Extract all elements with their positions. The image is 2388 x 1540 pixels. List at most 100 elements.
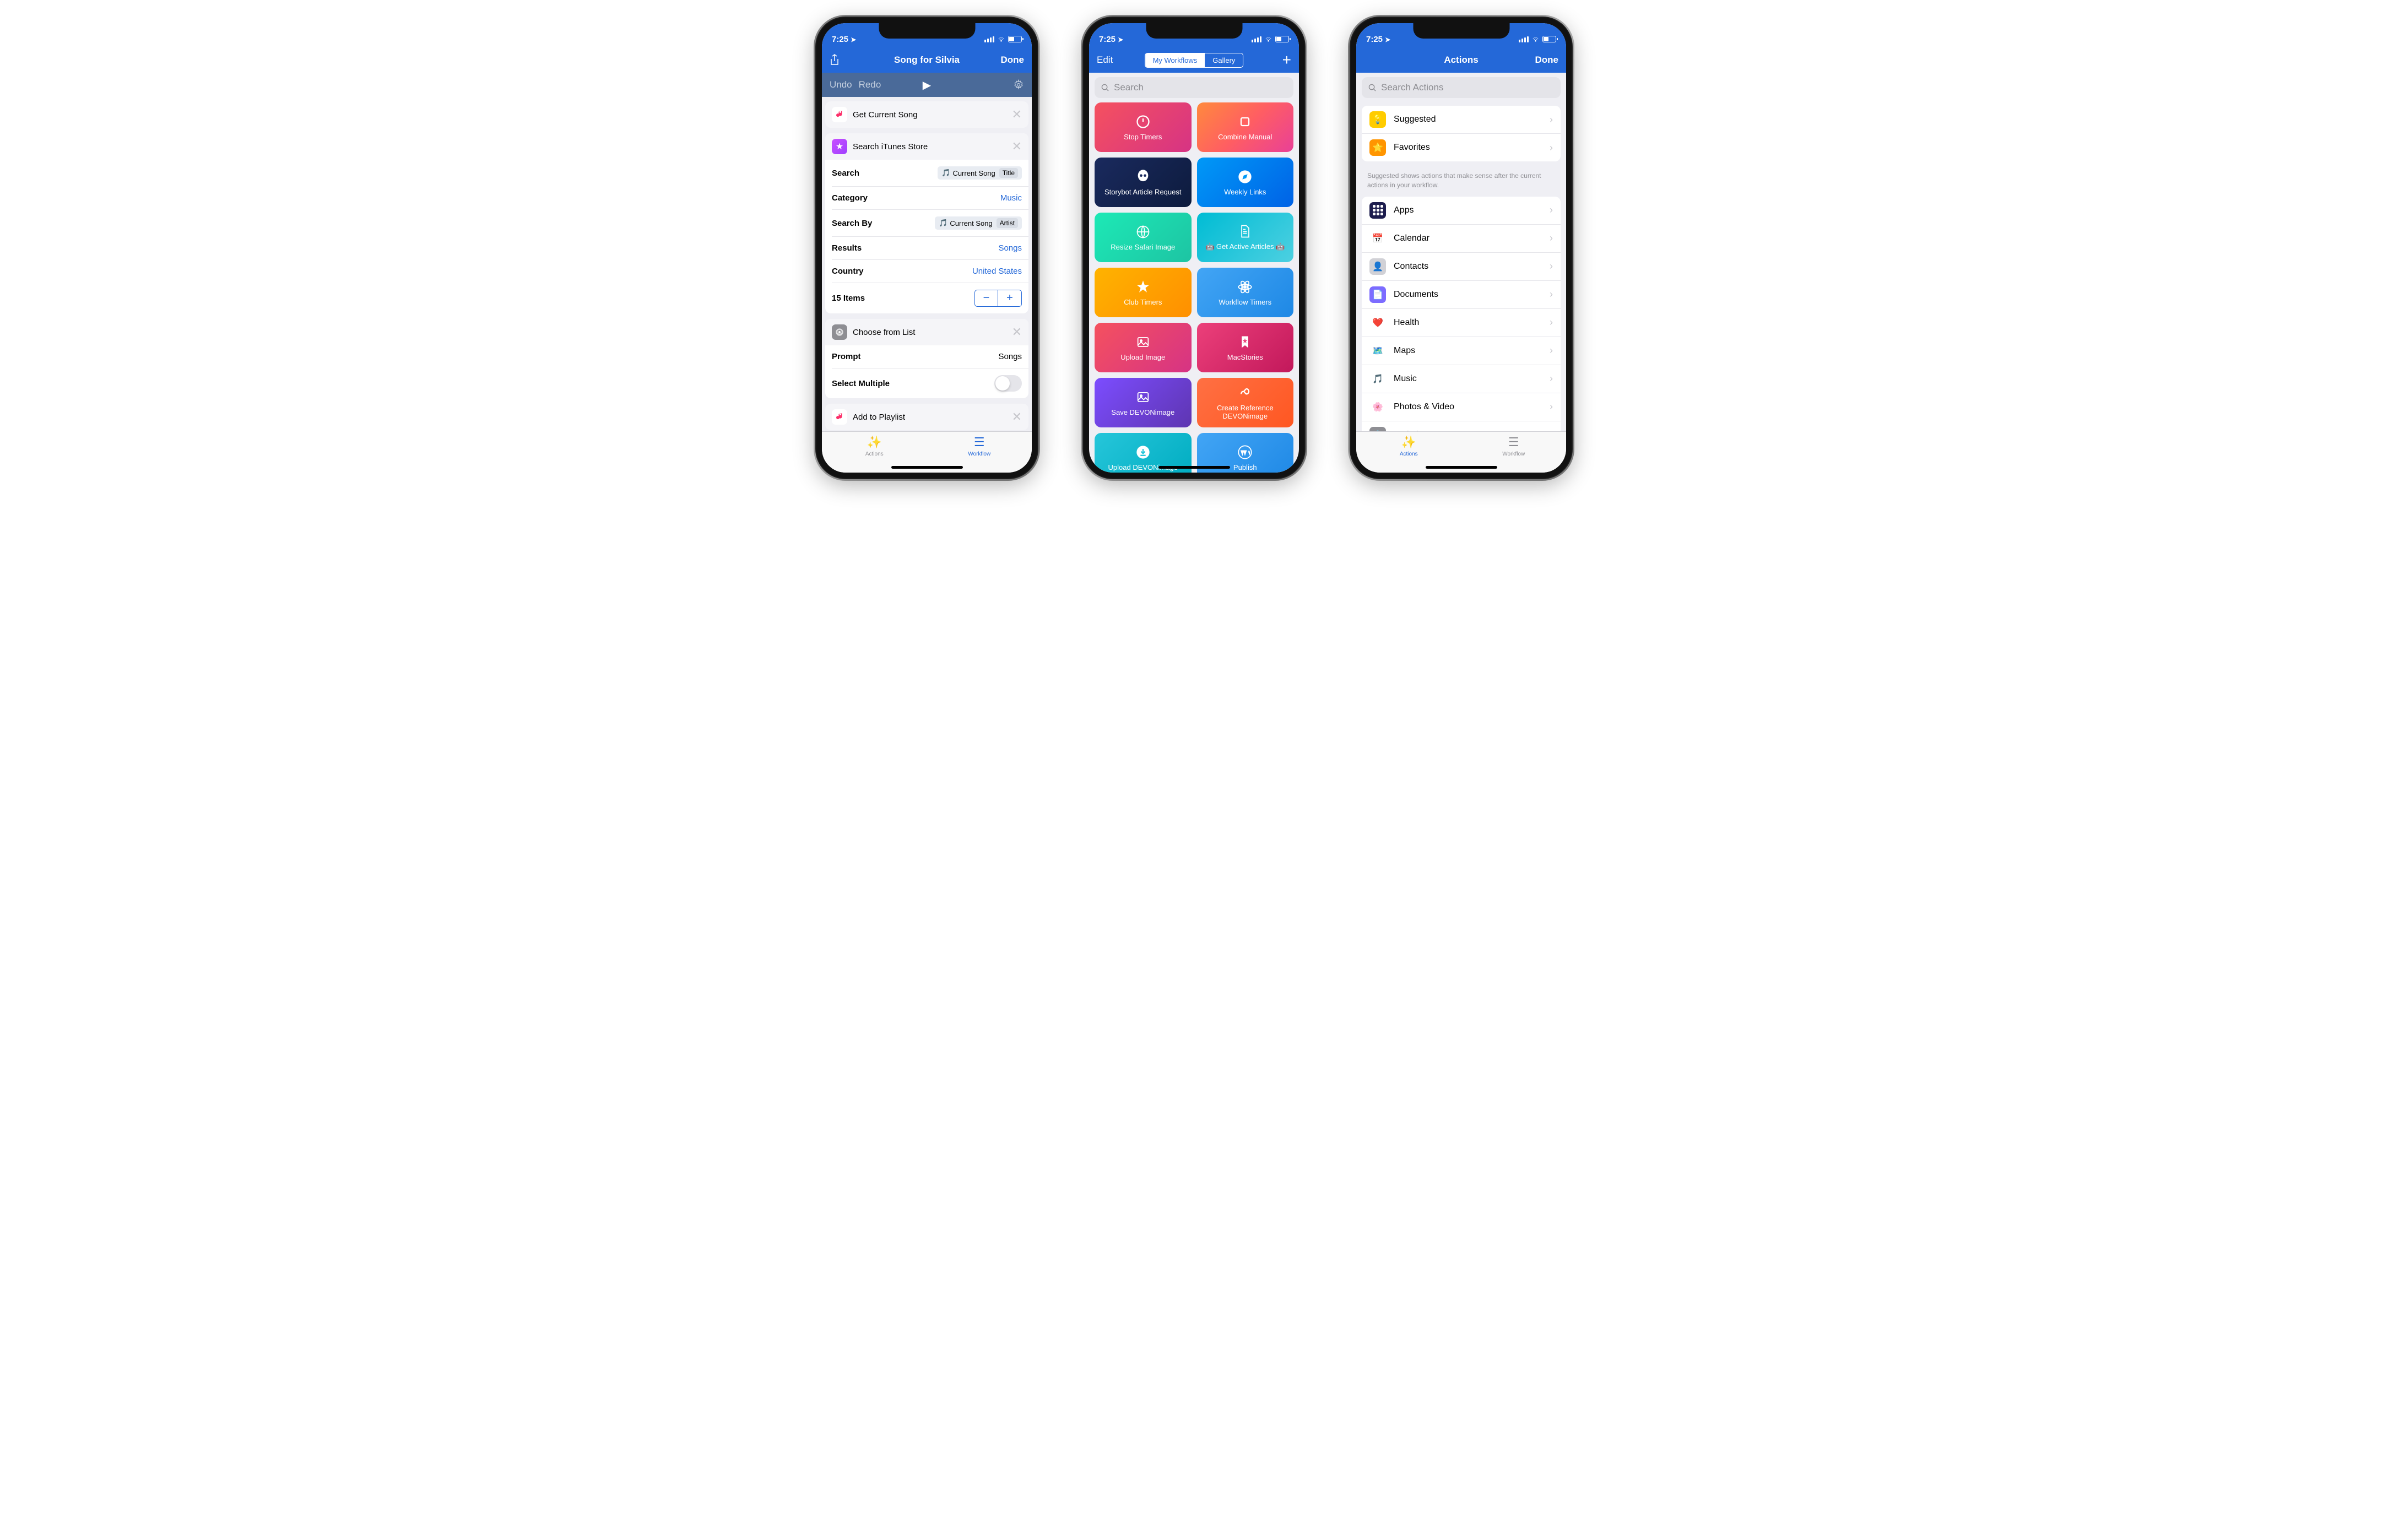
list-row-favorites[interactable]: ⭐Favorites› <box>1362 134 1561 161</box>
workflow-tile[interactable]: MacStories <box>1197 323 1294 372</box>
music-icon <box>832 409 847 425</box>
stepper-plus[interactable]: + <box>998 290 1021 306</box>
workflow-tile[interactable]: Upload Image <box>1095 323 1192 372</box>
location-icon: ➤ <box>1385 36 1390 44</box>
list-row-documents[interactable]: 📄Documents› <box>1362 281 1561 309</box>
atom-icon <box>1237 279 1253 295</box>
image-icon <box>1135 389 1151 405</box>
page-title: Song for Silvia <box>894 55 960 66</box>
seg-gallery[interactable]: Gallery <box>1205 53 1243 67</box>
heart-icon: ❤️ <box>1369 314 1386 331</box>
param-category[interactable]: Category Music <box>832 187 1028 210</box>
search-actions-bar[interactable]: Search Actions <box>1362 77 1561 98</box>
tile-label: 🤖 Get Active Articles 🤖 <box>1203 242 1287 251</box>
workflow-tile[interactable]: Workflow Timers <box>1197 268 1294 317</box>
workflow-tile[interactable]: Resize Safari Image <box>1095 213 1192 262</box>
close-icon[interactable]: ✕ <box>1012 325 1022 339</box>
tile-label: Publish <box>1231 463 1259 471</box>
contacts-icon: 👤 <box>1369 258 1386 275</box>
toggle-select-multiple[interactable] <box>994 375 1022 392</box>
list-label: Favorites <box>1394 143 1542 153</box>
list-row-apps[interactable]: Apps› <box>1362 197 1561 225</box>
param-prompt[interactable]: Prompt Songs <box>832 345 1028 368</box>
chevron-right-icon: › <box>1550 289 1553 300</box>
workflow-tile[interactable]: Stop Timers <box>1095 102 1192 152</box>
param-search-by[interactable]: Search By 🎵 Current SongArtist <box>832 210 1028 237</box>
tile-label: MacStories <box>1225 353 1265 361</box>
settings-button[interactable] <box>1013 79 1024 90</box>
chevron-right-icon: › <box>1550 345 1553 356</box>
tile-label: Weekly Links <box>1222 188 1268 196</box>
tile-label: Combine Manual <box>1216 133 1274 141</box>
action-title: Search iTunes Store <box>853 142 1006 151</box>
list-row-music[interactable]: 🎵Music› <box>1362 365 1561 393</box>
action-add-to-playlist[interactable]: Add to Playlist ✕ <box>825 404 1028 430</box>
token-current-song[interactable]: 🎵 Current SongTitle <box>938 166 1022 180</box>
list-label: Health <box>1394 318 1542 328</box>
globe-icon <box>1135 224 1151 240</box>
action-choose-from-list[interactable]: Choose from List ✕ Prompt Songs Select M… <box>825 319 1028 398</box>
action-title: Choose from List <box>853 328 1006 337</box>
status-time: 7:25 <box>1099 35 1116 44</box>
square-icon <box>1237 114 1253 129</box>
workflow-tile[interactable]: Combine Manual <box>1197 102 1294 152</box>
undo-button[interactable]: Undo <box>830 79 852 90</box>
tab-workflow[interactable]: ☰ Workflow <box>927 432 1032 460</box>
action-search-itunes[interactable]: ★ Search iTunes Store ✕ Search 🎵 Current… <box>825 133 1028 313</box>
location-icon: ➤ <box>1118 36 1123 44</box>
bookmark-icon <box>1237 334 1253 350</box>
list-row-health[interactable]: ❤️Health› <box>1362 309 1561 337</box>
workflow-tile[interactable]: Club Timers <box>1095 268 1192 317</box>
workflow-tile[interactable]: 🤖 Get Active Articles 🤖 <box>1197 213 1294 262</box>
token-current-song[interactable]: 🎵 Current SongArtist <box>935 216 1022 230</box>
workflow-tile[interactable]: Storybot Article Request <box>1095 158 1192 207</box>
tab-actions[interactable]: ✨ Actions <box>1356 432 1461 460</box>
param-country[interactable]: Country United States <box>832 260 1028 283</box>
list-label: Suggested <box>1394 115 1542 124</box>
stepper-minus[interactable]: − <box>975 290 998 306</box>
seg-my-workflows[interactable]: My Workflows <box>1145 53 1205 67</box>
wifi-icon <box>1264 36 1272 42</box>
done-button[interactable]: Done <box>1001 55 1025 66</box>
play-button[interactable]: ▶ <box>923 78 931 92</box>
nav-bar: Song for Silvia Done <box>822 47 1032 73</box>
tab-actions[interactable]: ✨ Actions <box>822 432 927 460</box>
edit-button[interactable]: Edit <box>1097 55 1113 66</box>
list-row-photos-video[interactable]: 🌸Photos & Video› <box>1362 393 1561 421</box>
image-icon <box>1135 334 1151 350</box>
segmented-control: My Workflows Gallery <box>1145 53 1244 68</box>
workflow-grid: Stop Timers Combine Manual Storybot Articl… <box>1089 102 1299 473</box>
done-button[interactable]: Done <box>1535 55 1559 66</box>
tab-workflow[interactable]: ☰ Workflow <box>1461 432 1567 460</box>
workflow-tile[interactable]: Create Reference DEVONimage <box>1197 378 1294 427</box>
param-search[interactable]: Search 🎵 Current SongTitle <box>832 160 1028 187</box>
list-row-calendar[interactable]: 📅Calendar› <box>1362 225 1561 253</box>
infinity-icon <box>1237 385 1253 400</box>
add-workflow-button[interactable]: + <box>1282 51 1291 69</box>
share-button[interactable] <box>830 54 840 66</box>
workflow-tile[interactable]: Save DEVONimage <box>1095 378 1192 427</box>
battery-icon <box>1542 36 1556 42</box>
close-icon[interactable]: ✕ <box>1012 410 1022 424</box>
redo-button[interactable]: Redo <box>859 79 881 90</box>
category-list-group: Apps›📅Calendar›👤Contacts›📄Documents›❤️He… <box>1362 197 1561 431</box>
wand-icon: ✨ <box>1401 435 1416 449</box>
close-icon[interactable]: ✕ <box>1012 107 1022 122</box>
list-row-contacts[interactable]: 👤Contacts› <box>1362 253 1561 281</box>
action-get-current-song[interactable]: Get Current Song ✕ <box>825 101 1028 128</box>
battery-icon <box>1008 36 1022 42</box>
list-label: Documents <box>1394 290 1542 300</box>
list-label: Music <box>1394 374 1542 384</box>
nav-bar: Edit My Workflows Gallery + <box>1089 47 1299 73</box>
tile-label: Club Timers <box>1122 298 1164 306</box>
download-icon <box>1135 444 1151 460</box>
workflow-tile[interactable]: Weekly Links <box>1197 158 1294 207</box>
list-row-suggested[interactable]: 💡Suggested› <box>1362 106 1561 134</box>
gear-icon <box>832 324 847 340</box>
list-row-maps[interactable]: 🗺️Maps› <box>1362 337 1561 365</box>
list-row-scripting[interactable]: ⚙️Scripting› <box>1362 421 1561 431</box>
item-stepper[interactable]: −+ <box>974 290 1022 307</box>
param-results[interactable]: Results Songs <box>832 237 1028 260</box>
search-bar[interactable]: Search <box>1095 77 1293 98</box>
close-icon[interactable]: ✕ <box>1012 139 1022 154</box>
